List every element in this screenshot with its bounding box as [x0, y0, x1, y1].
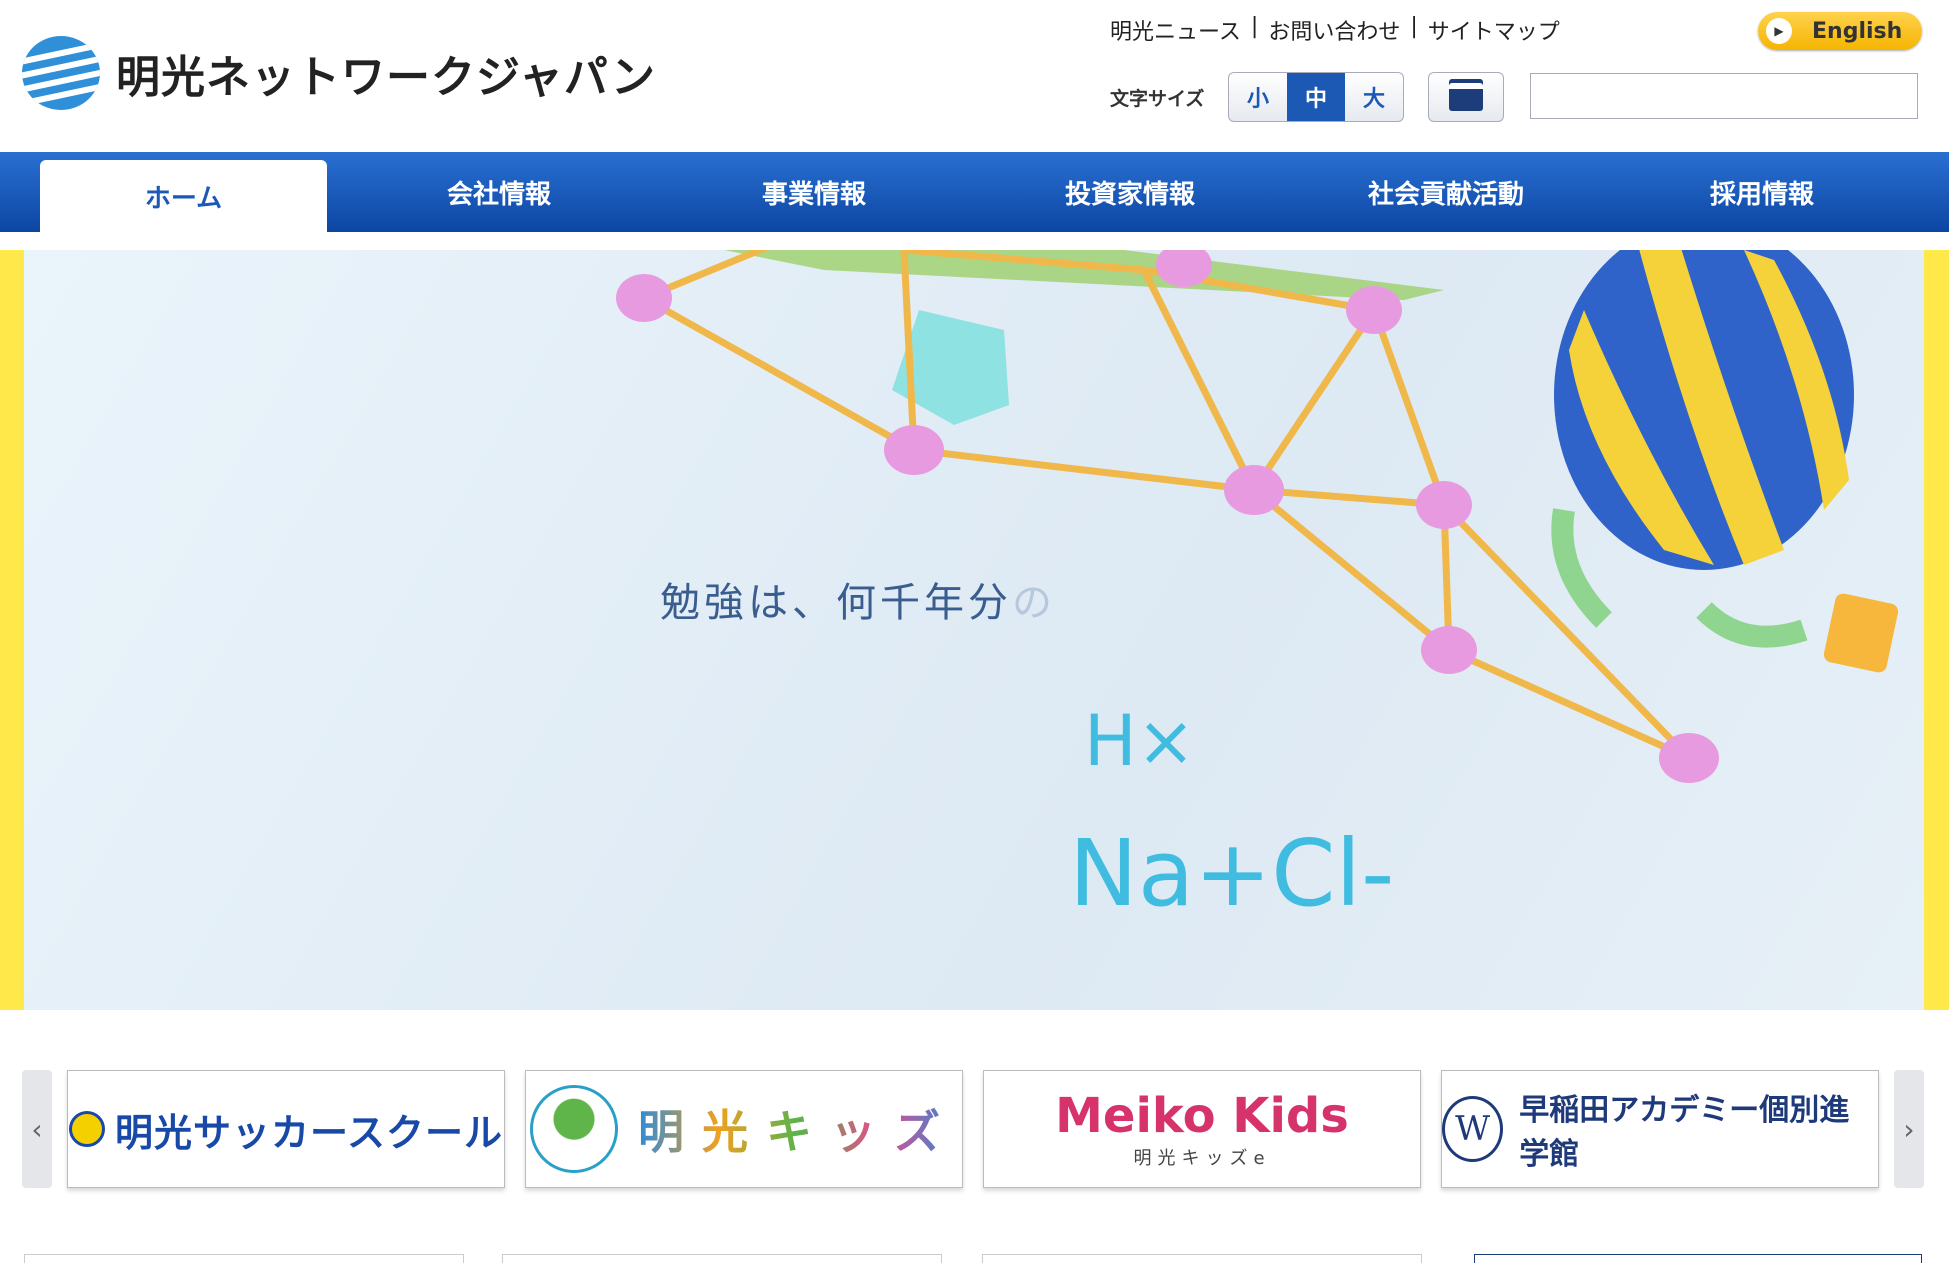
tab-csr[interactable]: 社会貢献活動 — [1288, 152, 1604, 232]
banner-text: Meiko Kids — [1055, 1088, 1349, 1144]
link-contact[interactable]: お問い合わせ — [1268, 14, 1400, 46]
font-size-selector: 小 中 大 — [1228, 72, 1404, 122]
top-links: 明光ニュース | お問い合わせ | サイトマップ — [1110, 14, 1560, 46]
hero-image: 勉強は、何千年分の H× Na+Cl- — [24, 250, 1924, 1010]
chem-formula-nacl: Na+Cl- — [1069, 820, 1395, 927]
hero-copy-fade: の — [1012, 580, 1056, 626]
font-size-small-button[interactable]: 小 — [1229, 73, 1287, 121]
content-box — [24, 1254, 464, 1263]
chem-formula-h: H× — [1084, 700, 1196, 782]
chevron-left-icon: ‹ — [31, 1112, 43, 1146]
hero-copy-main: 勉強は、何千年分 — [660, 580, 1012, 626]
logo-icon — [22, 36, 100, 110]
global-nav: ホーム 会社情報 事業情報 投資家情報 社会貢献活動 採用情報 — [0, 152, 1949, 232]
search-input[interactable] — [1530, 73, 1918, 119]
brand-carousel: ‹ 明光サッカースクール 明光キッズ Meiko Kids 明光キッズe W 早… — [0, 1068, 1949, 1198]
play-icon: ▶ — [1766, 18, 1792, 44]
content-box — [982, 1254, 1422, 1263]
banner-meiko-kids[interactable]: 明光キッズ — [525, 1070, 963, 1188]
logo-text: 明光ネットワークジャパン — [116, 52, 656, 103]
banner-meiko-soccer[interactable]: 明光サッカースクール — [67, 1070, 505, 1188]
hero-copy: 勉強は、何千年分の — [660, 570, 1056, 628]
site-logo[interactable]: 明光ネットワークジャパン — [22, 36, 656, 110]
banner-text: 早稲田アカデミー個別進学館 — [1519, 1093, 1850, 1172]
print-button[interactable] — [1428, 72, 1504, 122]
link-sitemap[interactable]: サイトマップ — [1428, 14, 1560, 46]
chevron-right-icon: › — [1903, 1112, 1915, 1146]
content-box — [502, 1254, 942, 1263]
carousel-next-button[interactable]: › — [1894, 1070, 1924, 1188]
tab-company[interactable]: 会社情報 — [342, 152, 656, 232]
font-size-medium-button[interactable]: 中 — [1287, 73, 1345, 121]
banner-waseda-academy[interactable]: W 早稲田アカデミー個別進学館 — [1441, 1070, 1879, 1188]
carousel-prev-button[interactable]: ‹ — [22, 1070, 52, 1188]
font-size-large-button[interactable]: 大 — [1345, 73, 1403, 121]
site-header: 明光ネットワークジャパン 明光ニュース | お問い合わせ | サイトマップ ▶ … — [0, 0, 1949, 150]
banner-subtext: 明光キッズe — [1133, 1148, 1271, 1169]
tab-recruit[interactable]: 採用情報 — [1604, 152, 1920, 232]
english-label: English — [1812, 18, 1903, 44]
font-size-label: 文字サイズ — [1110, 88, 1205, 110]
printer-icon — [1449, 83, 1483, 111]
tab-home[interactable]: ホーム — [40, 160, 327, 232]
waseda-seal-icon: W — [1442, 1096, 1504, 1162]
tab-business[interactable]: 事業情報 — [656, 152, 972, 232]
tab-investors[interactable]: 投資家情報 — [972, 152, 1288, 232]
english-button[interactable]: ▶ English — [1758, 12, 1922, 50]
content-box — [1474, 1254, 1922, 1263]
soccer-ball-icon — [68, 1111, 105, 1147]
banner-meiko-kids-e[interactable]: Meiko Kids 明光キッズe — [983, 1070, 1421, 1188]
link-separator: | — [1250, 14, 1259, 39]
link-separator: | — [1410, 14, 1418, 39]
link-news[interactable]: 明光ニュース — [1110, 14, 1241, 46]
tree-logo-icon — [530, 1085, 618, 1173]
hero-banner[interactable]: 勉強は、何千年分の H× Na+Cl- — [0, 250, 1949, 1010]
banner-text: 明光サッカースクール — [114, 1110, 504, 1155]
molecule-model-illustration — [616, 250, 1899, 783]
banner-text: 明光キッズ — [638, 1096, 958, 1162]
